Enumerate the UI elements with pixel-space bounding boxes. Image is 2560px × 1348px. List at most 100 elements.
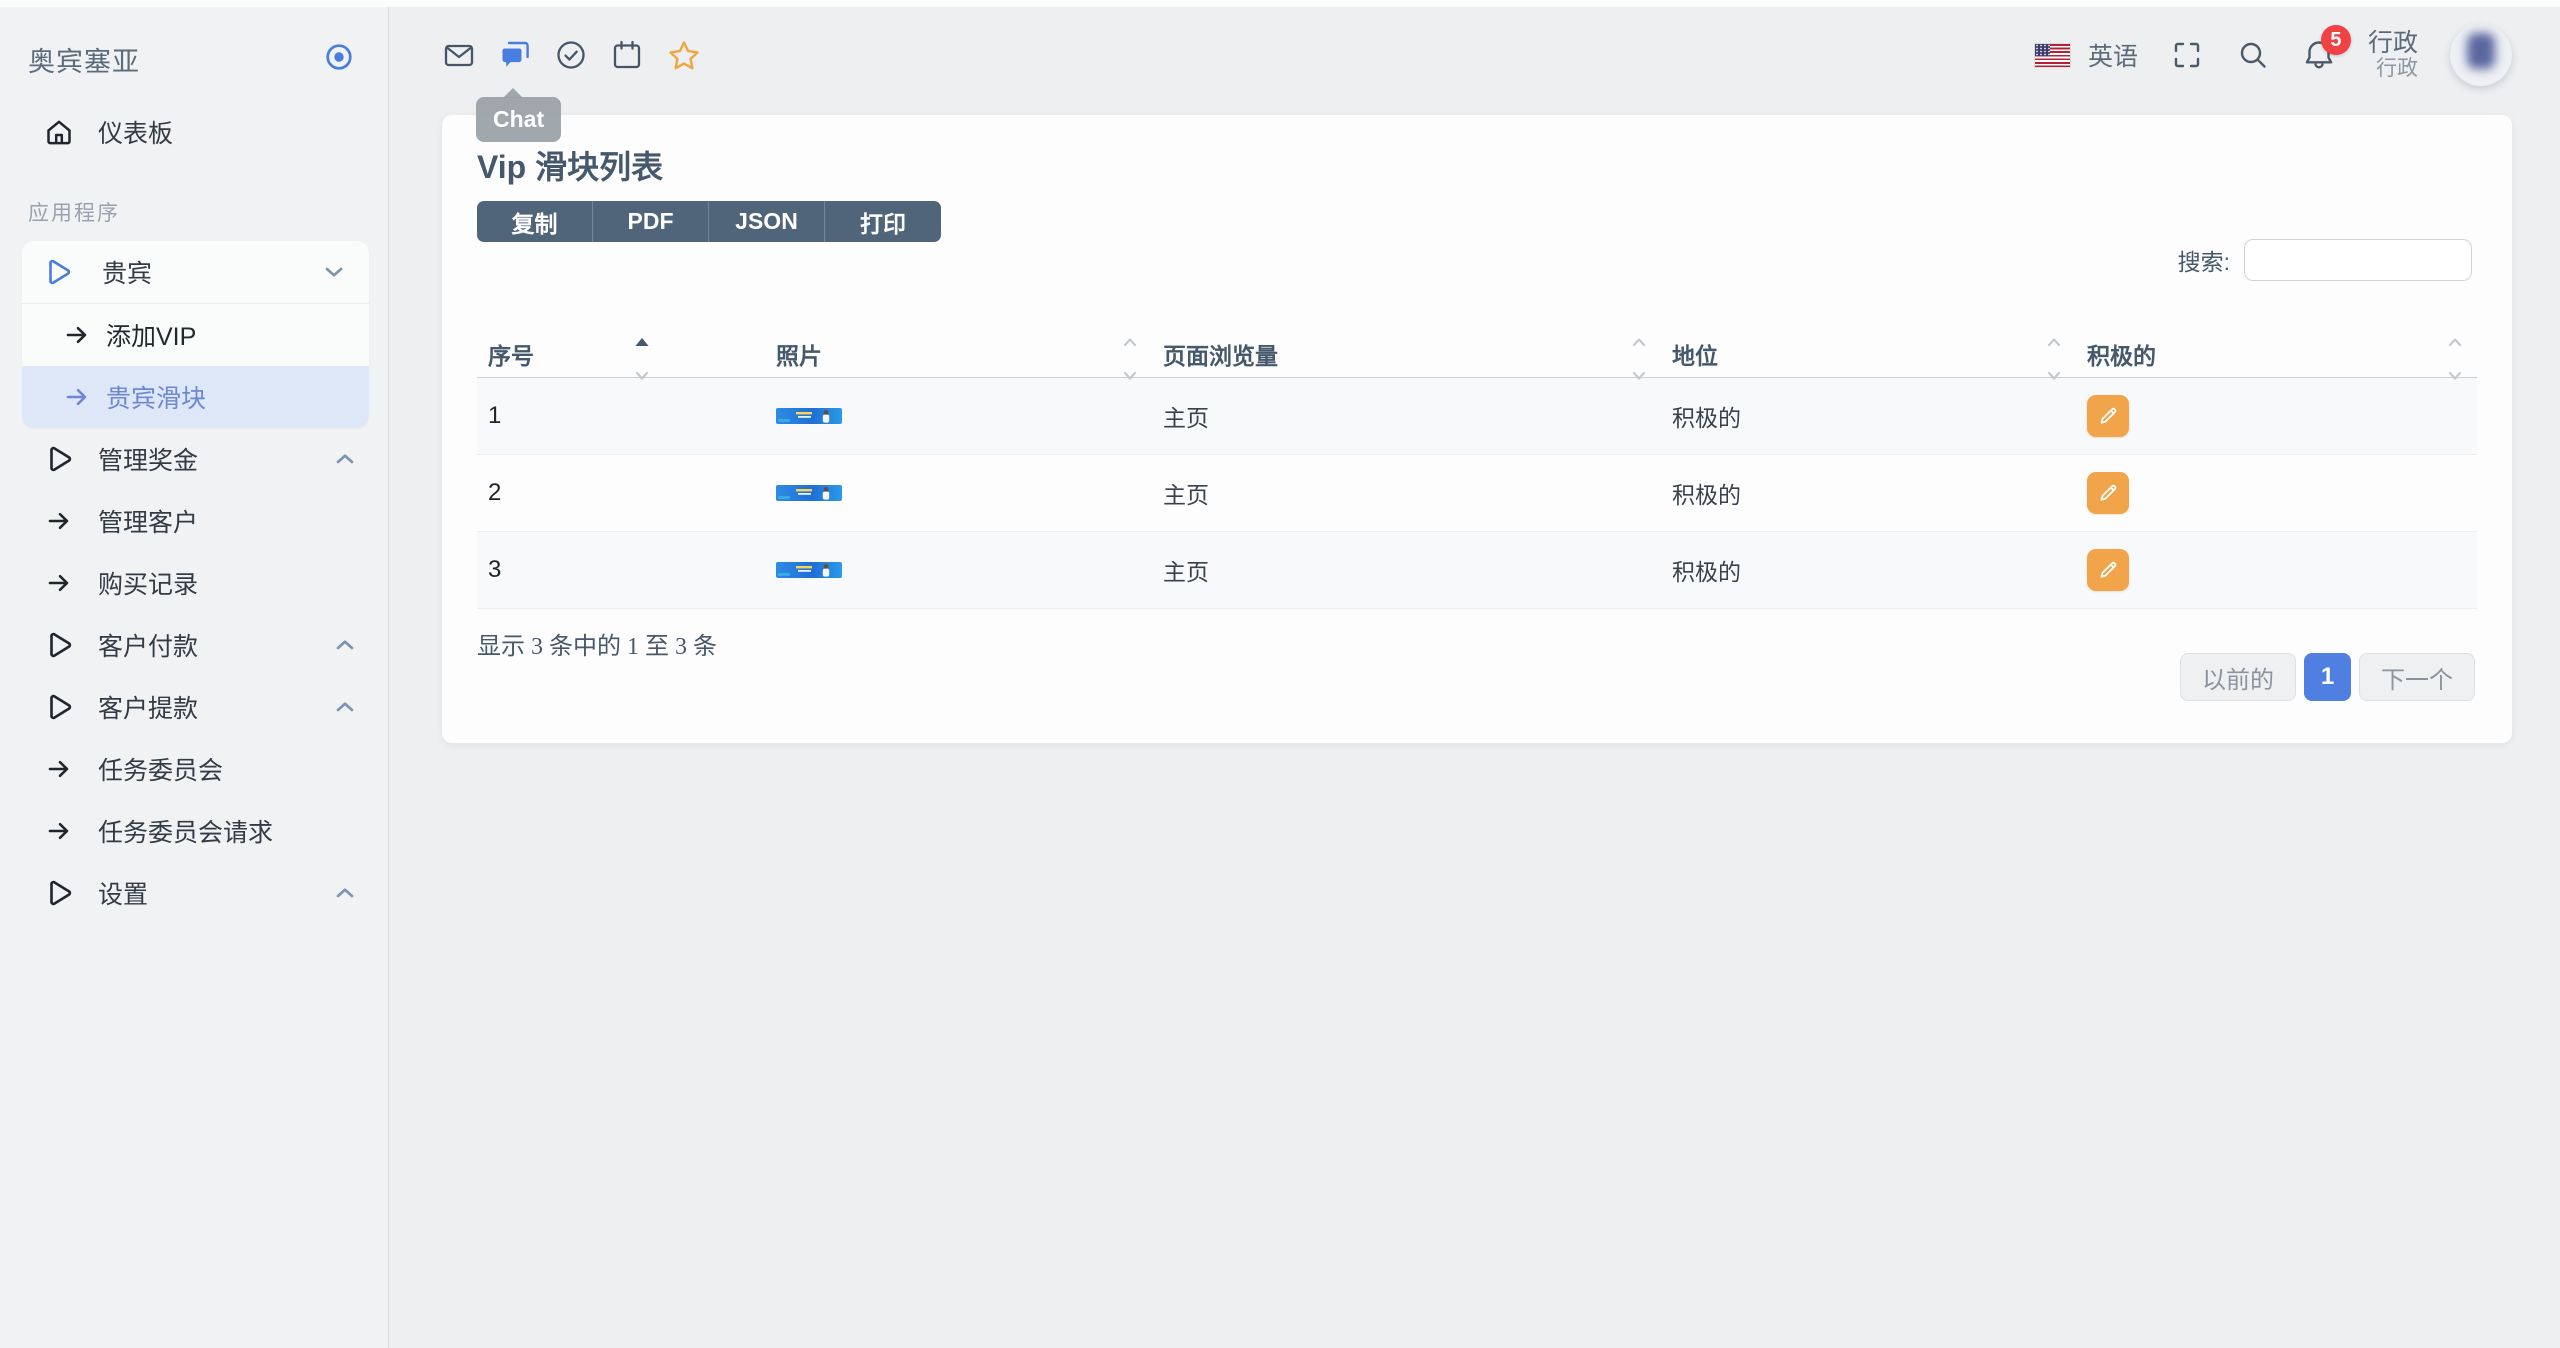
edit-button[interactable]	[2087, 549, 2129, 591]
pencil-icon	[2100, 484, 2117, 501]
chevron-down-icon	[323, 262, 345, 282]
vip-slider-table: 序号 照片 页面浏览量 地位 积极的 1 主页 积极的 2 主页 积极的 3 主…	[477, 330, 2477, 609]
arrow-right-icon	[44, 506, 74, 536]
pdf-button[interactable]: PDF	[593, 201, 709, 242]
fullscreen-icon[interactable]	[2170, 38, 2204, 72]
search-input[interactable]	[2244, 239, 2472, 281]
notifications-bell-icon[interactable]: 5	[2302, 25, 2351, 72]
cell-photo	[765, 485, 1152, 501]
chevron-up-icon	[334, 635, 356, 655]
sidebar-item-manage-bonus[interactable]: 管理奖金	[0, 428, 388, 490]
notification-badge: 5	[2320, 25, 2351, 55]
cell-page-view: 主页	[1163, 483, 1209, 508]
column-header-serial[interactable]: 序号	[477, 330, 765, 380]
sidebar-item-customer-payments[interactable]: 客户付款	[0, 614, 388, 676]
table-summary: 显示 3 条中的 1 至 3 条	[477, 634, 717, 660]
arrow-right-icon	[44, 816, 74, 846]
cell-serial: 3	[488, 556, 502, 583]
sidebar-group-vip: 贵宾 添加VIP 贵宾滑块	[22, 241, 369, 428]
pagination: 以前的 1 下一个	[2180, 653, 2475, 701]
search-icon[interactable]	[2236, 38, 2270, 72]
column-label: 照片	[776, 343, 822, 369]
sidebar-item-customer-withdrawals[interactable]: 客户提款	[0, 676, 388, 738]
sidebar-item-task-committee[interactable]: 任务委员会	[0, 738, 388, 800]
arrow-right-icon	[64, 384, 88, 410]
table-row: 1 主页 积极的	[477, 378, 2477, 455]
sidebar-item-dashboard[interactable]: 仪表板	[0, 101, 388, 163]
arrow-right-icon	[64, 322, 88, 348]
vip-slider-card: Vip 滑块列表 复制 PDF JSON 打印 搜索: 序号 照片 页面浏览量 …	[442, 115, 2512, 743]
current-page-button[interactable]: 1	[2304, 653, 2351, 701]
next-page-button[interactable]: 下一个	[2359, 653, 2475, 701]
sidebar-item-label: 客户付款	[98, 633, 199, 661]
sort-icons	[1631, 337, 1647, 381]
envelope-icon[interactable]	[442, 38, 476, 72]
cell-actions	[2076, 549, 2477, 591]
sort-icons	[2447, 337, 2463, 381]
user-name: 行政	[2367, 28, 2418, 57]
sidebar-item-label: 管理奖金	[98, 447, 199, 475]
pencil-icon	[2100, 407, 2117, 424]
chat-icon[interactable]	[498, 38, 532, 72]
cell-page-view: 主页	[1163, 560, 1209, 585]
slider-photo-thumbnail	[776, 485, 842, 501]
column-label: 积极的	[2087, 343, 2156, 369]
column-label: 序号	[488, 343, 534, 369]
cell-serial: 1	[488, 402, 502, 429]
sidebar-item-vip-slider[interactable]: 贵宾滑块	[22, 366, 369, 428]
brand-row: 奥宾塞亚	[0, 40, 388, 79]
sidebar-item-label: 仪表板	[98, 120, 174, 148]
play-icon	[44, 878, 74, 908]
home-icon	[44, 117, 74, 147]
column-header-status[interactable]: 地位	[1661, 330, 2076, 380]
avatar-image	[2467, 33, 2495, 69]
chevron-up-icon	[334, 449, 356, 469]
topbar: 英语 5 行政 行政	[389, 0, 2560, 110]
sidebar-item-label: 添加VIP	[106, 323, 197, 351]
edit-button[interactable]	[2087, 472, 2129, 514]
calendar-icon[interactable]	[610, 38, 644, 72]
check-circle-icon[interactable]	[554, 38, 588, 72]
column-header-photo[interactable]: 照片	[765, 330, 1152, 380]
sidebar: 奥宾塞亚 仪表板 应用程序 贵宾 添加VIP 贵宾滑块 管理奖金 管理客户 购买…	[0, 0, 389, 1348]
sidebar-item-purchase-records[interactable]: 购买记录	[0, 552, 388, 614]
table-row: 3 主页 积极的	[477, 532, 2477, 609]
print-button[interactable]: 打印	[825, 201, 941, 242]
user-menu[interactable]: 行政 行政	[2368, 29, 2418, 82]
arrow-right-icon	[44, 754, 74, 784]
sidebar-item-label: 设置	[98, 881, 149, 909]
table-header-row: 序号 照片 页面浏览量 地位 积极的	[477, 330, 2477, 380]
cell-photo	[765, 562, 1152, 578]
us-flag-icon[interactable]	[2034, 43, 2070, 67]
table-row: 2 主页 积极的	[477, 455, 2477, 532]
cell-status: 积极的	[1672, 483, 1741, 508]
cell-serial: 2	[488, 479, 502, 506]
column-label: 页面浏览量	[1163, 343, 1278, 369]
sidebar-item-add-vip[interactable]: 添加VIP	[22, 304, 369, 366]
previous-page-button[interactable]: 以前的	[2180, 653, 2296, 701]
avatar[interactable]	[2450, 24, 2512, 86]
star-icon[interactable]	[666, 38, 700, 72]
column-header-active[interactable]: 积极的	[2076, 330, 2477, 380]
sidebar-item-label: 任务委员会	[98, 757, 224, 785]
cell-status: 积极的	[1672, 406, 1741, 431]
sidebar-item-label: 贵宾滑块	[106, 385, 207, 413]
main-area: 英语 5 行政 行政 Chat Vip 滑块列表 复制 PDF JSON 打印 …	[389, 0, 2560, 1348]
sidebar-toggle-icon[interactable]	[324, 42, 354, 77]
cell-actions	[2076, 395, 2477, 437]
page-title: Vip 滑块列表	[477, 149, 664, 185]
topbar-quick-icons	[442, 38, 700, 72]
pencil-icon	[2100, 561, 2117, 578]
sidebar-item-task-committee-requests[interactable]: 任务委员会请求	[0, 800, 388, 862]
sidebar-item-manage-customers[interactable]: 管理客户	[0, 490, 388, 552]
copy-button[interactable]: 复制	[477, 201, 593, 242]
sort-icons	[2046, 337, 2062, 381]
column-header-page-views[interactable]: 页面浏览量	[1152, 330, 1661, 380]
sidebar-group-label: 贵宾	[102, 260, 153, 288]
sidebar-item-settings[interactable]: 设置	[0, 862, 388, 924]
cell-photo	[765, 408, 1152, 424]
language-selector[interactable]: 英语	[2088, 37, 2138, 73]
edit-button[interactable]	[2087, 395, 2129, 437]
sidebar-group-vip-header[interactable]: 贵宾	[22, 241, 369, 303]
json-button[interactable]: JSON	[709, 201, 825, 242]
